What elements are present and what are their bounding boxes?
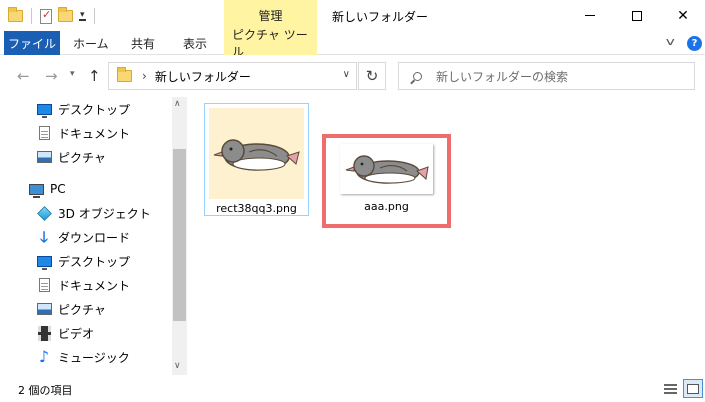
nav-item-desktop[interactable]: デスクトップ [0, 97, 172, 121]
file-item[interactable]: aaa.png [322, 134, 451, 228]
item-count: 2 個の項目 [18, 384, 73, 397]
nav-item-music[interactable]: ♪ ミュージック [0, 345, 172, 369]
nav-item-label: デスクトップ [58, 102, 131, 117]
pictures-icon [36, 301, 52, 317]
music-icon: ♪ [38, 347, 50, 366]
breadcrumb-separator[interactable]: › [142, 69, 147, 83]
nav-item-label: ピクチャ [58, 150, 106, 165]
title-bar: ▾ 管理 新しいフォルダー ✕ [0, 0, 705, 31]
image-thumbnail [340, 144, 433, 194]
customize-toolbar-chevron-icon[interactable]: ▾ [79, 10, 86, 21]
nav-item-downloads[interactable]: 🡓 ダウンロード [0, 225, 172, 249]
nav-item-pc[interactable]: PC [0, 177, 172, 201]
nav-item-pictures[interactable]: ピクチャ [0, 145, 172, 169]
tab-home[interactable]: ホーム [73, 31, 109, 55]
status-bar: 2 個の項目 [0, 375, 705, 402]
close-button[interactable]: ✕ [660, 0, 705, 31]
desktop-icon [36, 101, 52, 118]
desktop-icon [36, 253, 52, 270]
divider [31, 8, 32, 24]
large-icons-view-icon[interactable] [683, 379, 703, 398]
nav-item-3d-objects[interactable]: 3D オブジェクト [0, 201, 172, 225]
back-arrow-icon[interactable]: ← [17, 67, 30, 85]
address-row: ← → ▾ ↑ › 新しいフォルダー ∨ ↻ 新しいフォルダーの検索 [0, 55, 705, 97]
recent-locations-chevron-icon[interactable]: ▾ [70, 69, 75, 79]
breadcrumb-current-folder[interactable]: 新しいフォルダー [155, 68, 251, 85]
folder-icon[interactable] [8, 7, 23, 22]
pictures-icon [36, 149, 52, 165]
close-icon: ✕ [677, 7, 689, 24]
tab-share[interactable]: 共有 [131, 31, 155, 55]
file-name: rect38qq3.png [216, 202, 297, 215]
scroll-down-arrow-icon[interactable]: ∨ [174, 361, 181, 371]
image-thumbnail [209, 108, 304, 199]
nav-scrollbar[interactable]: ∧ ∨ [172, 97, 187, 375]
new-folder-icon[interactable] [58, 7, 73, 22]
address-bar[interactable]: › 新しいフォルダー ∨ [108, 62, 357, 90]
document-icon [36, 125, 52, 141]
download-icon: 🡓 [40, 227, 48, 246]
nav-item-documents[interactable]: ドキュメント [0, 273, 172, 297]
nav-item-label: ドキュメント [58, 126, 131, 141]
maximize-button[interactable] [614, 0, 660, 31]
nav-item-label: デスクトップ [58, 254, 131, 269]
ribbon-tabs: ファイル ホーム 共有 表示 ピクチャ ツール v ? [0, 28, 705, 59]
nav-item-label: ピクチャ [58, 302, 106, 317]
3d-objects-icon [36, 205, 52, 221]
help-icon[interactable]: ? [687, 36, 702, 51]
folder-icon [117, 67, 132, 82]
nav-item-label: PC [50, 182, 66, 196]
nav-item-label: 3D オブジェクト [58, 206, 151, 221]
maximize-icon [632, 10, 642, 21]
search-box[interactable]: 新しいフォルダーの検索 [398, 62, 695, 90]
search-icon [413, 71, 422, 81]
minimize-button[interactable] [567, 0, 613, 31]
forward-arrow-icon[interactable]: → [45, 67, 58, 85]
search-placeholder: 新しいフォルダーの検索 [436, 69, 569, 84]
tab-file[interactable]: ファイル [4, 31, 60, 55]
bird-image [213, 139, 300, 171]
navigation-pane: デスクトップ ドキュメント ピクチャ PC 3D オブジェクト 🡓 ダウンロード… [0, 97, 187, 375]
nav-item-label: ビデオ [58, 326, 95, 341]
tab-picture-tools[interactable]: ピクチャ ツール [224, 28, 317, 59]
divider [93, 8, 95, 24]
document-icon [36, 277, 52, 293]
nav-item-label: ドキュメント [58, 278, 131, 293]
address-dropdown-chevron-icon[interactable]: ∨ [343, 69, 350, 80]
nav-item-pictures[interactable]: ピクチャ [0, 297, 172, 321]
properties-icon[interactable] [40, 8, 52, 24]
scroll-up-arrow-icon[interactable]: ∧ [174, 99, 181, 109]
file-item[interactable]: rect38qq3.png [204, 103, 309, 216]
tab-view[interactable]: 表示 [183, 31, 207, 55]
scrollbar-thumb[interactable] [173, 149, 186, 321]
details-view-icon[interactable] [662, 381, 679, 397]
minimize-icon [585, 15, 595, 16]
nav-item-documents[interactable]: ドキュメント [0, 121, 172, 145]
nav-item-videos[interactable]: ビデオ [0, 321, 172, 345]
nav-item-desktop[interactable]: デスクトップ [0, 249, 172, 273]
window-title: 新しいフォルダー [332, 10, 429, 24]
pc-icon [28, 181, 44, 198]
video-icon [36, 325, 52, 341]
refresh-button[interactable]: ↻ [358, 62, 386, 90]
nav-item-label: ミュージック [58, 350, 130, 365]
file-name: aaa.png [364, 200, 409, 213]
nav-item-label: ダウンロード [58, 230, 131, 245]
up-arrow-icon[interactable]: ↑ [88, 67, 101, 85]
refresh-icon: ↻ [365, 67, 379, 85]
file-list: rect38qq3.png aaa.png [187, 97, 705, 375]
quick-access-toolbar: ▾ [8, 6, 97, 26]
expand-ribbon-chevron-icon[interactable]: v [666, 35, 675, 48]
bird-image [345, 155, 429, 184]
